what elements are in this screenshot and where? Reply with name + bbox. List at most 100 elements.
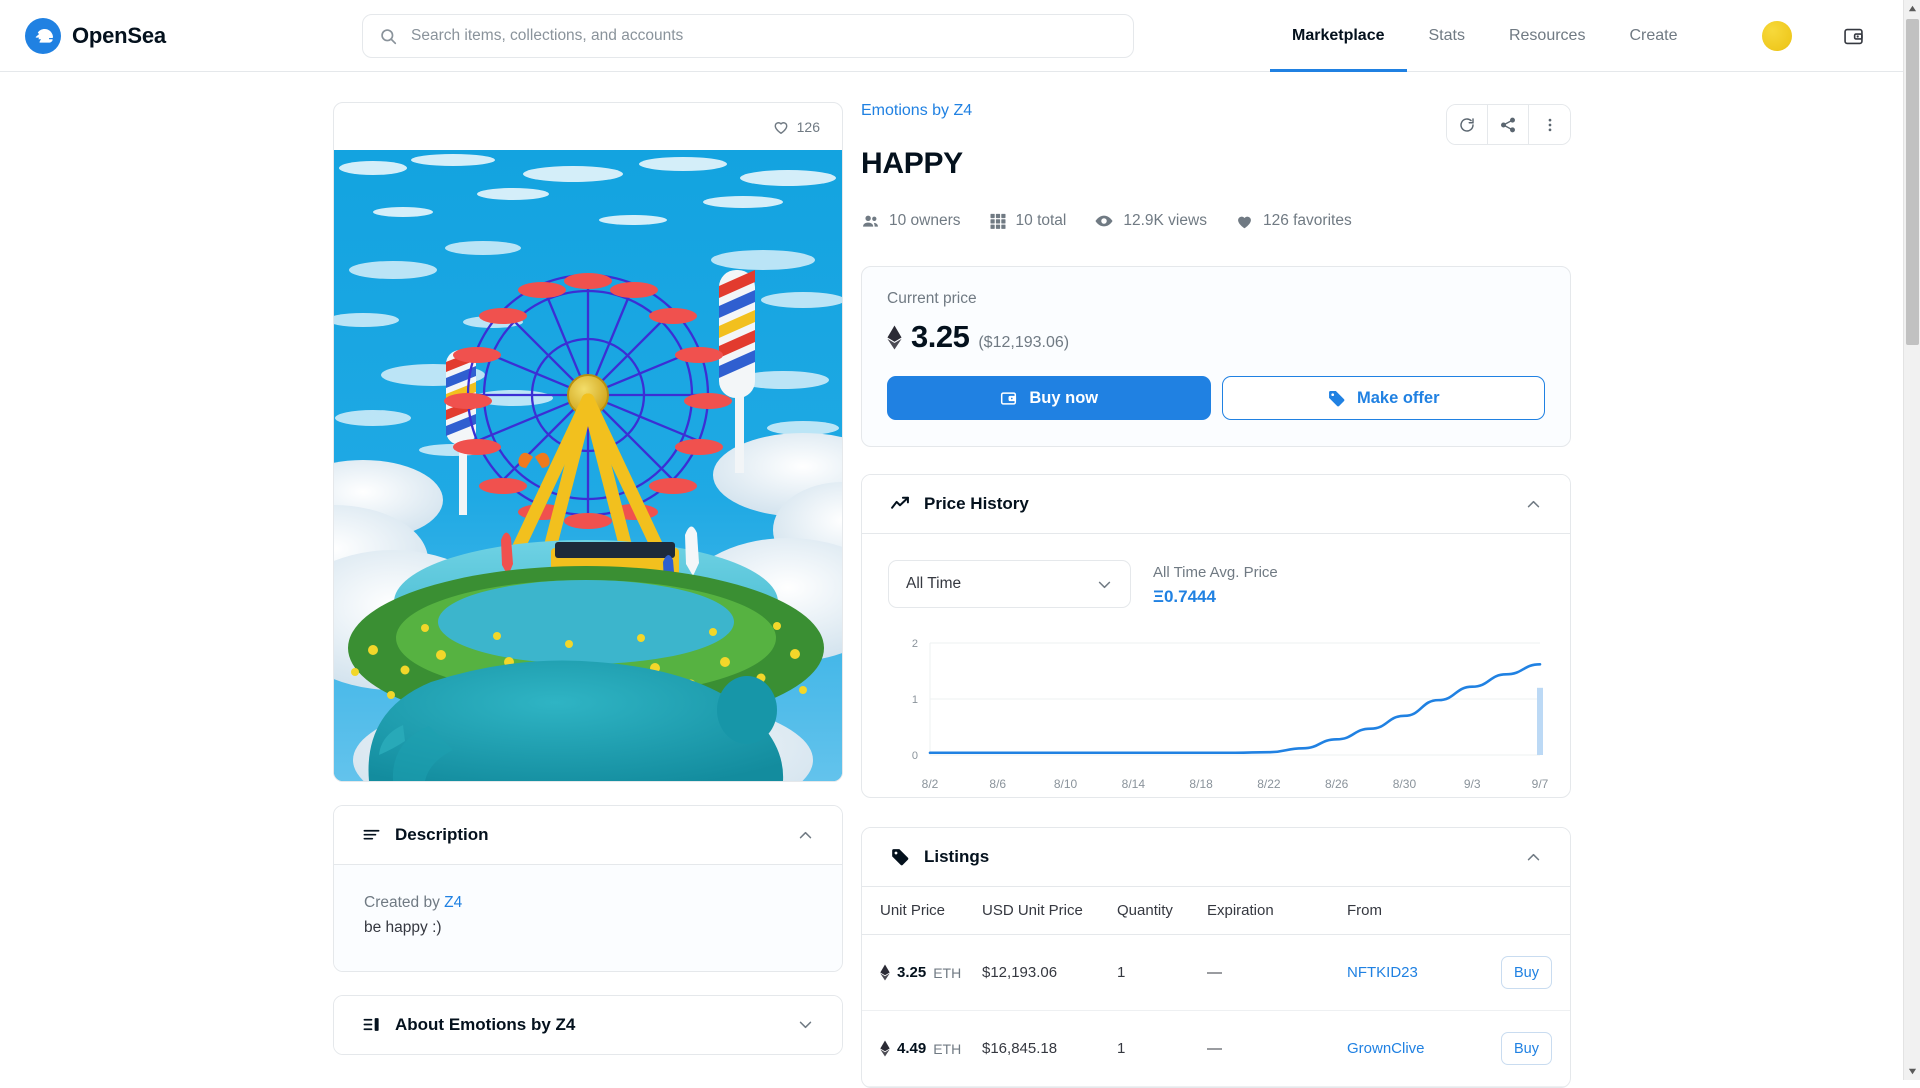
- chart-x-tick-label: 8/2: [921, 777, 939, 791]
- chart-x-tick-label: 9/7: [1531, 777, 1549, 791]
- listing-unit-price-cell: 4.49 ETH: [862, 1010, 982, 1087]
- listing-unit-price: 3.25: [897, 964, 927, 981]
- price-history-title: Price History: [924, 494, 1029, 513]
- listing-unit-symbol: ETH: [933, 964, 962, 981]
- nav-item-resources[interactable]: Resources: [1487, 0, 1607, 72]
- description-panel: Description Created by Z4 be happy :): [333, 805, 843, 972]
- artwork-card-toolbar: 126: [334, 103, 842, 150]
- average-price-label: All Time Avg. Price: [1153, 564, 1278, 581]
- chevron-up-icon[interactable]: [797, 827, 814, 844]
- account-avatar[interactable]: [1762, 21, 1792, 51]
- listings-table-header-row: Unit Price USD Unit Price Quantity Expirati…: [862, 886, 1570, 935]
- scroll-up-arrow-icon[interactable]: [1904, 0, 1920, 17]
- stat-favorites[interactable]: 126 favorites: [1235, 212, 1352, 231]
- listing-buy-button[interactable]: Buy: [1501, 956, 1552, 989]
- chevron-up-icon[interactable]: [1525, 496, 1542, 513]
- share-icon: [1499, 116, 1517, 134]
- chart-y-tick-label: 2: [912, 638, 918, 650]
- listing-unit-symbol: ETH: [933, 1040, 962, 1057]
- chevron-up-icon[interactable]: [1525, 849, 1542, 866]
- description-panel-title: Description: [395, 825, 489, 844]
- more-options-button[interactable]: [1529, 105, 1570, 144]
- nav-item-stats[interactable]: Stats: [1407, 0, 1487, 72]
- heart-outline-icon[interactable]: [772, 118, 790, 136]
- price-history-chart[interactable]: 0 1 2 8/2 8/6 8/10 8/14 8/18 8/22 8/26 8/30 9/3 9/7: [888, 635, 1548, 791]
- nav-item-create[interactable]: Create: [1607, 0, 1699, 72]
- current-price-row: 3.25 ($12,193.06): [887, 319, 1545, 355]
- description-panel-header[interactable]: Description: [334, 806, 842, 864]
- chart-x-tick-label: 8/22: [1257, 777, 1281, 791]
- price-history-body: All Time All Time Avg. Price Ξ0.7444 0 1 2: [862, 533, 1570, 797]
- time-range-select[interactable]: All Time: [888, 560, 1131, 608]
- make-offer-button[interactable]: Make offer: [1221, 376, 1545, 420]
- scroll-down-arrow-icon[interactable]: [1904, 1063, 1920, 1080]
- stat-owners[interactable]: 10 owners: [861, 212, 961, 231]
- chart-x-tick-label: 8/30: [1392, 777, 1417, 791]
- current-price-usd: ($12,193.06): [978, 334, 1070, 351]
- listings-table: Unit Price USD Unit Price Quantity Expirati…: [862, 886, 1570, 1087]
- listings-column-header: Unit Price: [862, 886, 982, 935]
- time-range-value: All Time: [906, 575, 962, 592]
- search-input[interactable]: [411, 15, 1117, 57]
- search-icon: [379, 27, 398, 46]
- chart-x-tick-label: 8/6: [989, 777, 1007, 791]
- wallet-button[interactable]: [1837, 20, 1869, 52]
- listing-from-cell: NFTKID23: [1347, 934, 1480, 1011]
- collection-link[interactable]: Emotions by Z4: [861, 102, 972, 120]
- chevron-down-icon: [1096, 576, 1113, 593]
- buy-now-label: Buy now: [1029, 388, 1099, 407]
- tag-icon: [890, 847, 910, 867]
- listing-expiration: —: [1207, 934, 1347, 1011]
- table-row[interactable]: 4.49 ETH $16,845.18 1— GrownClive Buy: [862, 1010, 1570, 1087]
- description-icon: [362, 826, 381, 845]
- scrollbar-thumb[interactable]: [1906, 19, 1919, 345]
- artwork-card: 126: [333, 102, 843, 782]
- average-price-block: All Time Avg. Price Ξ0.7444: [1153, 560, 1278, 607]
- listing-usd-price: $12,193.06: [982, 934, 1117, 1011]
- buy-now-button[interactable]: Buy now: [887, 376, 1211, 420]
- stat-total-label: 10 total: [1015, 212, 1067, 229]
- listing-from-cell: GrownClive: [1347, 1010, 1480, 1087]
- item-stats-row: 10 owners 10 total 12.9K views 126 favor…: [861, 211, 1571, 231]
- listings-table-body: 3.25 ETH $12,193.06 1— NFTKID23 Buy 4.49 ETH…: [862, 934, 1570, 1087]
- listing-quantity: 1: [1117, 1010, 1207, 1087]
- chart-y-tick-label: 0: [912, 750, 918, 762]
- stat-views: 12.9K views: [1094, 211, 1207, 231]
- about-collection-header[interactable]: About Emotions by Z4: [334, 995, 842, 1054]
- current-price-label: Current price: [887, 290, 977, 307]
- listing-from-link[interactable]: NFTKID23: [1347, 964, 1418, 981]
- page-scrollbar[interactable]: [1903, 0, 1920, 1080]
- listings-column-header: Expiration: [1207, 886, 1347, 935]
- listing-buy-button[interactable]: Buy: [1501, 1032, 1552, 1065]
- brand-logo-link[interactable]: OpenSea: [25, 17, 166, 54]
- listings-title: Listings: [924, 847, 990, 866]
- global-search-bar[interactable]: [362, 14, 1134, 58]
- listing-from-link[interactable]: GrownClive: [1347, 1040, 1425, 1057]
- listing-buy-cell: Buy: [1480, 934, 1570, 1011]
- chart-x-tick-label: 8/10: [1053, 777, 1078, 791]
- nav-item-marketplace[interactable]: Marketplace: [1270, 0, 1407, 72]
- refresh-button[interactable]: [1447, 105, 1488, 144]
- ethereum-icon: [880, 964, 890, 981]
- listing-buy-cell: Buy: [1480, 1010, 1570, 1087]
- stat-owners-label: 10 owners: [889, 212, 961, 229]
- price-action-buttons: Buy now Make offer: [887, 376, 1545, 420]
- chevron-down-icon[interactable]: [797, 1016, 814, 1033]
- creator-link[interactable]: Z4: [444, 894, 462, 911]
- tag-icon: [1327, 389, 1346, 408]
- listing-expiration: —: [1207, 1010, 1347, 1087]
- about-collection-panel: About Emotions by Z4: [333, 994, 843, 1055]
- stat-total[interactable]: 10 total: [989, 212, 1067, 230]
- listings-header[interactable]: Listings: [862, 828, 1570, 886]
- listings-column-header: [1480, 886, 1570, 935]
- price-history-header[interactable]: Price History: [862, 475, 1570, 533]
- chart-x-tick-label: 8/18: [1189, 777, 1213, 791]
- owners-icon: [861, 212, 880, 231]
- share-button[interactable]: [1488, 105, 1529, 144]
- listings-column-header: USD Unit Price: [982, 886, 1117, 935]
- listing-unit-price: 4.49: [897, 1040, 927, 1057]
- table-row[interactable]: 3.25 ETH $12,193.06 1— NFTKID23 Buy: [862, 934, 1570, 1011]
- ethereum-icon: [887, 325, 902, 350]
- listings-column-header: From: [1347, 886, 1480, 935]
- nft-artwork-image: [334, 150, 842, 781]
